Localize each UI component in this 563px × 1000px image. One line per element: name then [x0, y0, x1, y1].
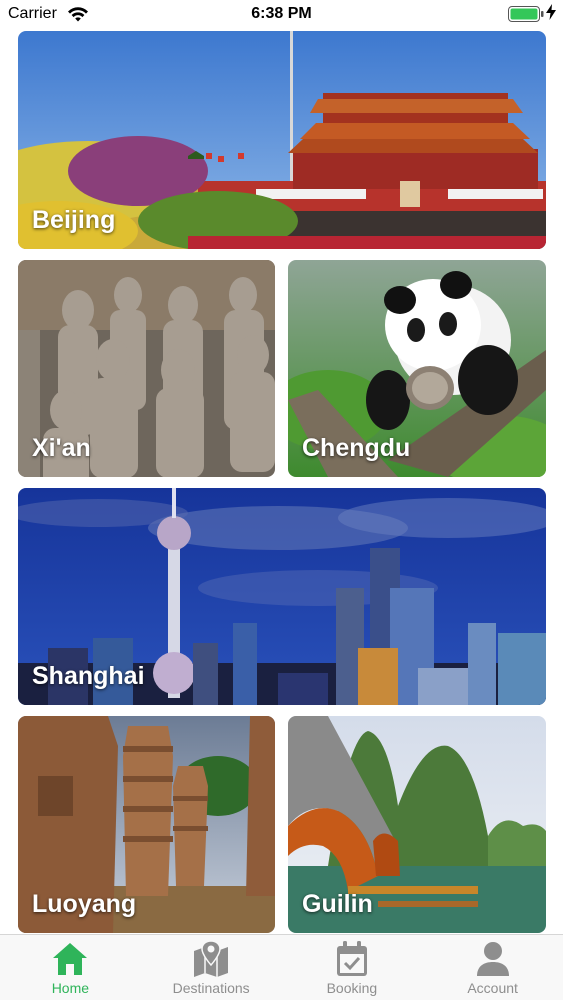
status-bar: Carrier 6:38 PM — [0, 0, 563, 30]
tab-label: Home — [51, 980, 90, 996]
tab-label: Account — [467, 980, 518, 996]
tab-booking[interactable]: Booking — [282, 935, 423, 1000]
destination-card-luoyang[interactable]: Luoyang — [18, 716, 275, 933]
destination-card-chengdu[interactable]: Chengdu — [288, 260, 546, 477]
destination-card-xian[interactable]: Xi'an — [18, 260, 275, 477]
destination-card-beijing[interactable]: Beijing — [18, 31, 546, 249]
home-icon — [53, 943, 88, 975]
tab-home[interactable]: Home — [0, 935, 141, 1000]
destination-name: Chengdu — [302, 434, 411, 462]
destination-name: Shanghai — [32, 662, 145, 690]
battery-icon — [508, 6, 544, 27]
calendar-check-icon — [336, 941, 367, 976]
destination-name: Luoyang — [32, 890, 137, 918]
tab-destinations[interactable]: Destinations — [141, 935, 282, 1000]
user-icon — [476, 942, 509, 976]
destination-card-shanghai[interactable]: Shanghai — [18, 488, 546, 705]
destination-card-guilin[interactable]: Guilin — [288, 716, 546, 933]
tab-label: Booking — [326, 980, 378, 996]
clock: 6:38 PM — [251, 5, 312, 22]
map-pin-icon — [194, 941, 229, 977]
destination-name: Beijing — [32, 206, 116, 234]
destination-name: Guilin — [302, 890, 373, 918]
tab-label: Destinations — [172, 980, 250, 996]
tab-bar: Home Destinations Booking Account — [0, 934, 563, 1000]
tab-account[interactable]: Account — [422, 935, 563, 1000]
destination-name: Xi'an — [32, 434, 91, 462]
charging-icon — [546, 4, 556, 23]
